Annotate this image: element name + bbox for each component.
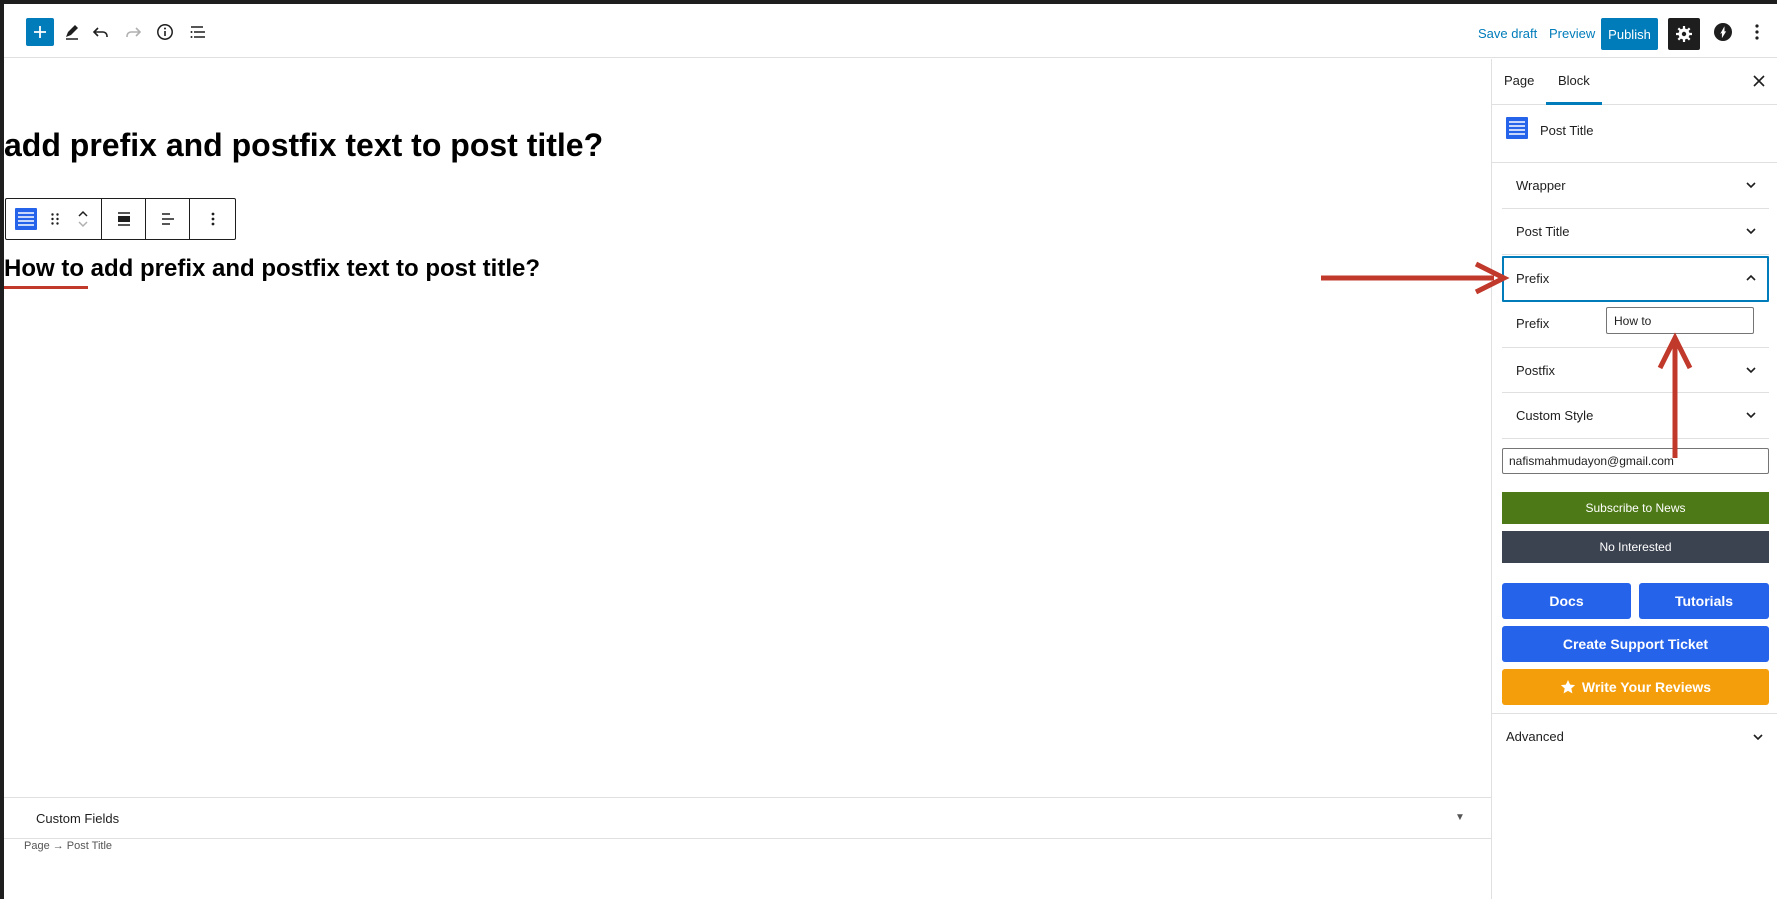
post-title-block[interactable]: How to add prefix and postfix text to po…	[4, 255, 540, 283]
more-vertical-icon	[211, 212, 214, 226]
settings-sidebar: Page Block Post Title Wrapper Post Title…	[1491, 59, 1777, 899]
panel-prefix[interactable]: Prefix	[1502, 256, 1769, 302]
chevron-up-icon	[1746, 274, 1756, 281]
save-draft-link[interactable]: Save draft	[1478, 26, 1537, 41]
block-type-button[interactable]	[6, 199, 46, 239]
prefix-field-label: Prefix	[1516, 316, 1550, 331]
tutorials-button[interactable]: Tutorials	[1639, 583, 1769, 619]
block-toolbar-group-main	[6, 199, 102, 239]
docs-button[interactable]: Docs	[1502, 583, 1631, 619]
settings-button[interactable]	[1668, 18, 1700, 50]
align-wide-icon	[117, 212, 130, 226]
panel-label: Wrapper	[1516, 178, 1566, 193]
panel-custom-style[interactable]: Custom Style	[1502, 393, 1769, 439]
chevron-down-icon	[1746, 412, 1756, 419]
subscribe-button[interactable]: Subscribe to News	[1502, 492, 1769, 524]
list-view-button[interactable]	[184, 18, 212, 46]
close-sidebar-button[interactable]	[1750, 72, 1768, 90]
prefix-annotation-underline	[4, 286, 88, 289]
block-card: Post Title	[1492, 106, 1777, 163]
panel-label: Postfix	[1516, 363, 1556, 378]
tab-block[interactable]: Block	[1558, 73, 1590, 88]
caret-down-icon[interactable]: ▼	[1455, 812, 1465, 823]
chevron-up-icon[interactable]	[77, 209, 89, 219]
block-options-button[interactable]	[190, 199, 235, 239]
custom-fields-label: Custom Fields	[36, 811, 120, 826]
chevron-down-icon	[1746, 182, 1756, 189]
panel-label: Post Title	[1516, 224, 1570, 239]
write-reviews-label: Write Your Reviews	[1581, 679, 1712, 695]
chevron-down-icon	[1746, 228, 1756, 235]
panel-postfix[interactable]: Postfix	[1502, 347, 1769, 393]
block-toolbar	[5, 198, 236, 240]
drag-handle[interactable]	[46, 199, 66, 239]
active-tab-indicator	[1546, 102, 1602, 105]
block-title: Post Title	[1540, 123, 1594, 138]
block-toolbar-group-text	[146, 199, 190, 239]
undo-icon	[92, 27, 108, 37]
tab-page[interactable]: Page	[1504, 73, 1534, 88]
gear-icon	[1676, 26, 1692, 42]
add-block-button[interactable]	[26, 18, 54, 46]
jetpack-button[interactable]	[1709, 18, 1737, 46]
prefix-input[interactable]	[1606, 307, 1754, 334]
post-title-block-icon	[14, 208, 37, 230]
post-title-block-icon	[1506, 117, 1528, 139]
plus-icon	[34, 26, 46, 38]
breadcrumb[interactable]: Page → Post Title	[24, 840, 112, 852]
text-align-button[interactable]	[146, 199, 189, 239]
chevron-down-icon[interactable]	[77, 219, 89, 229]
pencil-icon	[66, 25, 78, 40]
info-icon	[157, 24, 173, 40]
sidebar-tabs: Page Block	[1492, 59, 1777, 105]
editor-window: Save draft Preview Publish add prefix an…	[4, 4, 1777, 899]
more-vertical-icon	[1755, 24, 1759, 40]
star-icon	[1560, 680, 1576, 694]
details-button[interactable]	[151, 18, 179, 46]
panel-wrapper[interactable]: Wrapper	[1502, 163, 1769, 209]
panel-label: Prefix	[1516, 271, 1550, 286]
block-toolbar-group-align	[102, 199, 146, 239]
panel-label: Custom Style	[1516, 408, 1594, 423]
custom-fields-panel[interactable]: Custom Fields ▼	[4, 797, 1491, 839]
move-buttons[interactable]	[65, 199, 101, 239]
newsletter-email-input[interactable]	[1502, 448, 1769, 474]
close-icon	[1753, 75, 1765, 87]
options-button[interactable]	[1743, 18, 1771, 46]
preview-link[interactable]: Preview	[1549, 26, 1595, 41]
undo-button[interactable]	[87, 18, 115, 46]
panel-post-title[interactable]: Post Title	[1502, 209, 1769, 255]
no-interested-button[interactable]: No Interested	[1502, 531, 1769, 563]
align-left-icon	[161, 213, 174, 225]
panel-label: Advanced	[1506, 729, 1564, 744]
panel-advanced[interactable]: Advanced	[1492, 714, 1777, 760]
page-title-heading[interactable]: add prefix and postfix text to post titl…	[4, 127, 603, 164]
jetpack-icon	[1714, 23, 1732, 41]
publish-button[interactable]: Publish	[1601, 18, 1658, 50]
editor-canvas[interactable]: add prefix and postfix text to post titl…	[4, 59, 1491, 845]
chevron-down-icon	[1746, 367, 1756, 374]
redo-icon	[126, 27, 142, 37]
write-reviews-button[interactable]: Write Your Reviews	[1502, 669, 1769, 705]
drag-handle-icon	[51, 213, 60, 225]
list-view-icon	[190, 26, 205, 38]
create-support-ticket-button[interactable]: Create Support Ticket	[1502, 626, 1769, 662]
tools-button[interactable]	[58, 18, 86, 46]
block-align-button[interactable]	[102, 199, 145, 239]
block-toolbar-group-more	[190, 199, 235, 239]
chevron-down-icon	[1753, 734, 1763, 741]
redo-button[interactable]	[119, 18, 147, 46]
top-toolbar: Save draft Preview Publish	[4, 4, 1777, 58]
